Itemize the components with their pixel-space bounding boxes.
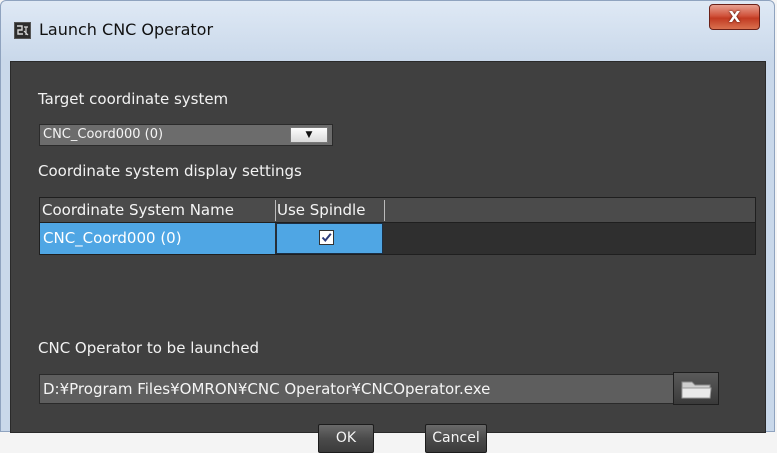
target-coordinate-value: CNC_Coord000 (0) [43,127,164,142]
target-coordinate-select[interactable]: CNC_Coord000 (0) ▼ [39,124,333,146]
table-row[interactable]: CNC_Coord000 (0) [40,223,755,254]
dialog-content: Target coordinate system CNC_Coord000 (0… [10,61,766,453]
operator-path-label: CNC Operator to be launched [38,339,260,357]
coordinate-name-cell[interactable]: CNC_Coord000 (0) [40,223,275,254]
column-header-use-spindle[interactable]: Use Spindle [277,198,381,222]
window-title: Launch CNC Operator [39,20,214,39]
use-spindle-checkbox[interactable] [319,230,334,245]
close-icon: X [728,8,741,26]
coordinate-settings-grid: Coordinate System Name Use Spindle CNC_C… [39,197,756,255]
browse-button[interactable] [673,372,719,405]
close-button[interactable]: X [709,4,760,30]
grid-header: Coordinate System Name Use Spindle [40,198,755,223]
column-header-name[interactable]: Coordinate System Name [42,198,274,222]
chevron-down-icon[interactable]: ▼ [290,127,328,143]
launch-cnc-operator-dialog: Launch CNC Operator X Target coordinate … [0,0,775,453]
checkmark-icon [321,233,332,243]
operator-path-input[interactable]: D:¥Program Files¥OMRON¥CNC Operator¥CNCO… [39,374,692,404]
cancel-button[interactable]: Cancel [425,424,487,453]
app-window-icon [14,22,31,39]
display-settings-label: Coordinate system display settings [38,162,302,180]
operator-path-value: D:¥Program Files¥OMRON¥CNC Operator¥CNCO… [43,380,491,398]
column-divider[interactable] [384,200,385,221]
column-divider[interactable] [275,200,276,221]
use-spindle-cell[interactable] [276,223,383,254]
folder-icon [681,381,712,399]
target-coordinate-label: Target coordinate system [38,90,229,108]
ok-button[interactable]: OK [318,424,374,453]
title-bar: Launch CNC Operator X [1,1,774,61]
